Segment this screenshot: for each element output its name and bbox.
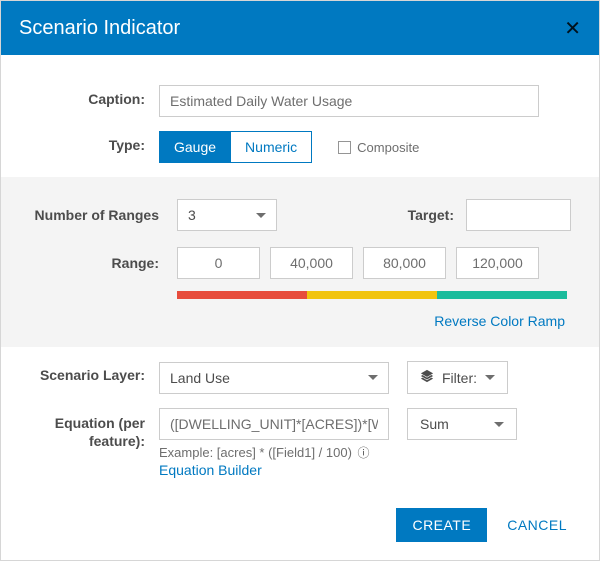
composite-label: Composite bbox=[357, 140, 419, 155]
scenario-indicator-dialog: Scenario Indicator ✕ Caption: Type: Gaug… bbox=[0, 0, 600, 561]
scenario-layer-select[interactable]: Land Use bbox=[159, 362, 389, 394]
reverse-color-ramp-link[interactable]: Reverse Color Ramp bbox=[29, 313, 571, 329]
caption-input[interactable] bbox=[159, 85, 539, 117]
type-label: Type: bbox=[29, 131, 159, 153]
equation-label: Equation (per feature): bbox=[29, 408, 159, 450]
caption-label: Caption: bbox=[29, 85, 159, 107]
composite-checkbox[interactable]: Composite bbox=[338, 140, 419, 155]
scenario-layer-label: Scenario Layer: bbox=[29, 361, 159, 383]
ramp-seg-2 bbox=[437, 291, 567, 299]
type-numeric-button[interactable]: Numeric bbox=[230, 131, 312, 163]
ramp-seg-1 bbox=[307, 291, 437, 299]
range-input-0[interactable] bbox=[177, 247, 260, 279]
help-icon[interactable]: ⓘ bbox=[358, 446, 370, 460]
aggregation-value: Sum bbox=[420, 416, 449, 432]
create-button[interactable]: CREATE bbox=[396, 508, 487, 542]
chevron-down-icon bbox=[256, 213, 266, 218]
ramp-seg-0 bbox=[177, 291, 307, 299]
dialog-title: Scenario Indicator bbox=[19, 17, 564, 40]
type-gauge-button[interactable]: Gauge bbox=[159, 131, 230, 163]
num-ranges-value: 3 bbox=[188, 207, 196, 223]
cancel-button[interactable]: CANCEL bbox=[497, 508, 577, 542]
range-input-3[interactable] bbox=[456, 247, 539, 279]
equation-builder-link[interactable]: Equation Builder bbox=[159, 462, 571, 478]
target-input[interactable] bbox=[466, 199, 571, 231]
scenario-layer-value: Land Use bbox=[170, 370, 230, 386]
range-input-1[interactable] bbox=[270, 247, 353, 279]
aggregation-select[interactable]: Sum bbox=[407, 408, 517, 440]
type-toggle-group: Gauge Numeric bbox=[159, 131, 312, 163]
filter-label: Filter: bbox=[442, 370, 477, 386]
range-label: Range: bbox=[29, 255, 177, 271]
filter-button[interactable]: Filter: bbox=[407, 361, 508, 394]
chevron-down-icon bbox=[368, 375, 378, 380]
chevron-down-icon bbox=[494, 422, 504, 427]
equation-input[interactable] bbox=[159, 408, 389, 440]
range-input-2[interactable] bbox=[363, 247, 446, 279]
color-ramp bbox=[177, 291, 567, 299]
range-config-panel: Number of Ranges 3 Target: Range: bbox=[1, 177, 599, 347]
close-icon[interactable]: ✕ bbox=[564, 16, 581, 41]
dialog-footer: CREATE CANCEL bbox=[1, 494, 599, 560]
chevron-down-icon bbox=[485, 375, 495, 380]
target-label: Target: bbox=[388, 207, 466, 223]
num-ranges-label: Number of Ranges bbox=[29, 207, 177, 223]
checkbox-icon bbox=[338, 141, 351, 154]
equation-example: Example: [acres] * ([Field1] / 100) ⓘ bbox=[159, 444, 571, 461]
num-ranges-select[interactable]: 3 bbox=[177, 199, 277, 231]
layers-icon bbox=[420, 369, 434, 386]
title-bar: Scenario Indicator ✕ bbox=[1, 1, 599, 55]
